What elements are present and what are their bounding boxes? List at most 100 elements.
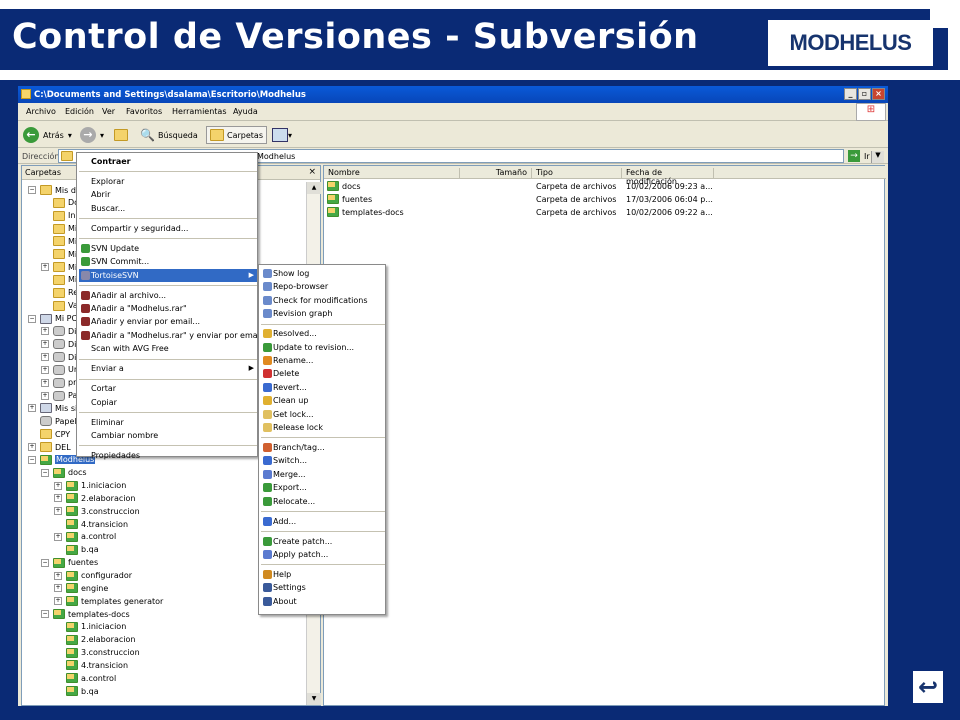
- tree-item[interactable]: − fuentes: [41, 557, 98, 569]
- menu-item[interactable]: Cortar: [79, 382, 257, 395]
- tree-item[interactable]: + Dis: [41, 338, 81, 350]
- minimize-button[interactable]: _: [844, 88, 857, 100]
- close-panel-icon[interactable]: ×: [308, 167, 316, 177]
- column-type[interactable]: Tipo: [532, 168, 622, 179]
- tree-item[interactable]: 3.construccion: [54, 647, 140, 659]
- menu-item[interactable]: Rename...: [261, 354, 385, 367]
- menu-item[interactable]: About: [261, 595, 385, 608]
- menu-item[interactable]: Copiar: [79, 396, 257, 409]
- tree-item[interactable]: Re: [41, 287, 78, 299]
- menu-item[interactable]: Get lock...: [261, 408, 385, 421]
- menu-item[interactable]: Branch/tag...: [261, 441, 385, 454]
- expand-icon[interactable]: +: [41, 327, 49, 336]
- tree-item[interactable]: Mi: [41, 274, 77, 286]
- menu-archivo[interactable]: Archivo: [26, 107, 56, 116]
- collapse-icon[interactable]: −: [41, 610, 49, 619]
- menu-item[interactable]: Create patch...: [261, 535, 385, 548]
- menu-item[interactable]: Apply patch...: [261, 548, 385, 561]
- tree-item[interactable]: − Mis do: [28, 184, 81, 196]
- close-button[interactable]: ×: [872, 88, 885, 100]
- up-folder-button[interactable]: [114, 126, 131, 144]
- menu-ver[interactable]: Ver: [102, 107, 115, 116]
- menu-item[interactable]: Show log: [261, 267, 385, 280]
- go-button[interactable]: → Ir: [848, 150, 870, 162]
- menu-item[interactable]: Delete: [261, 367, 385, 380]
- menu-item[interactable]: Release lock: [261, 421, 385, 434]
- file-row[interactable]: templates-docs Carpeta de archivos 10/02/2…: [324, 206, 886, 219]
- menu-item[interactable]: Revert...: [261, 381, 385, 394]
- expand-icon[interactable]: +: [54, 481, 62, 490]
- tree-item[interactable]: +3.construccion: [54, 505, 140, 517]
- menu-herramientas[interactable]: Herramientas: [172, 107, 227, 116]
- menu-item[interactable]: Scan with AVG Free: [79, 342, 257, 355]
- scroll-up-button[interactable]: ▲: [307, 182, 321, 194]
- tree-item[interactable]: +2.elaboracion: [54, 492, 135, 504]
- address-dropdown-button[interactable]: ▼: [871, 151, 884, 163]
- tree-item[interactable]: a.control: [54, 672, 116, 684]
- return-button[interactable]: ↩: [911, 669, 945, 705]
- menu-item[interactable]: Export...: [261, 481, 385, 494]
- tree-item[interactable]: + Mis sit: [28, 402, 80, 414]
- tree-item[interactable]: + Dis: [41, 325, 81, 337]
- menu-item[interactable]: Check for modifications: [261, 294, 385, 307]
- menu-item[interactable]: TortoiseSVN ▶: [79, 268, 257, 282]
- tree-item[interactable]: In: [41, 210, 75, 222]
- menu-item[interactable]: Cambiar nombre: [79, 429, 257, 442]
- menu-item[interactable]: Merge...: [261, 468, 385, 481]
- menu-item[interactable]: Propiedades: [79, 449, 257, 462]
- expand-icon[interactable]: +: [54, 584, 62, 593]
- maximize-button[interactable]: ▫: [858, 88, 871, 100]
- tree-item[interactable]: Mi: [41, 223, 77, 235]
- menu-item[interactable]: Resolved...: [261, 327, 385, 340]
- menu-item[interactable]: Help: [261, 568, 385, 581]
- menu-item[interactable]: SVN Update: [79, 242, 257, 255]
- expand-icon[interactable]: +: [54, 532, 62, 541]
- expand-icon[interactable]: +: [41, 391, 49, 400]
- tree-item[interactable]: Papele: [28, 415, 82, 427]
- tree-item[interactable]: − Mi PC: [28, 313, 77, 325]
- collapse-icon[interactable]: −: [28, 186, 36, 194]
- tree-item[interactable]: + configurador: [54, 570, 132, 582]
- column-name[interactable]: Nombre: [324, 168, 460, 179]
- expand-icon[interactable]: +: [41, 378, 49, 387]
- expand-icon[interactable]: +: [54, 597, 62, 606]
- menu-edicion[interactable]: Edición: [65, 107, 94, 116]
- forward-button[interactable]: → ▾: [80, 126, 104, 144]
- collapse-icon[interactable]: −: [41, 468, 49, 477]
- menu-item[interactable]: Revision graph: [261, 307, 385, 320]
- menu-item[interactable]: Switch...: [261, 454, 385, 467]
- tree-item[interactable]: 2.elaboracion: [54, 634, 135, 646]
- collapse-icon[interactable]: −: [41, 558, 49, 567]
- tree-item[interactable]: + Ur: [41, 364, 77, 376]
- menu-item[interactable]: Clean up: [261, 394, 385, 407]
- menu-item[interactable]: Explorar: [79, 175, 257, 188]
- column-size[interactable]: Tamaño: [460, 168, 532, 179]
- expand-icon[interactable]: +: [54, 571, 62, 580]
- collapse-icon[interactable]: −: [28, 455, 36, 464]
- expand-icon[interactable]: +: [41, 263, 49, 272]
- tree-item[interactable]: Mi: [41, 248, 77, 260]
- tree-item[interactable]: Va: [41, 300, 78, 312]
- tree-item[interactable]: + templates generator: [54, 595, 163, 607]
- menu-favoritos[interactable]: Favoritos: [126, 107, 162, 116]
- scroll-down-button[interactable]: ▼: [307, 693, 321, 705]
- expand-icon[interactable]: +: [41, 340, 49, 349]
- menu-item[interactable]: SVN Commit...: [79, 255, 257, 268]
- expand-icon[interactable]: +: [54, 507, 62, 516]
- expand-icon[interactable]: +: [41, 353, 49, 362]
- column-date[interactable]: Fecha de modificación: [622, 168, 714, 186]
- menu-item[interactable]: Update to revision...: [261, 341, 385, 354]
- menu-item[interactable]: Buscar...: [79, 202, 257, 215]
- menu-item[interactable]: Eliminar: [79, 416, 257, 429]
- menu-item[interactable]: Repo-browser: [261, 280, 385, 293]
- tree-item[interactable]: b.qa: [54, 685, 99, 697]
- menu-item[interactable]: Añadir a "Modhelus.rar": [79, 302, 257, 315]
- tree-item[interactable]: CPY: [28, 428, 70, 440]
- tree-item[interactable]: + pr: [41, 377, 76, 389]
- tree-item[interactable]: b.qa: [54, 544, 99, 556]
- tree-item[interactable]: + DEL: [28, 441, 71, 453]
- views-button[interactable]: ▾: [272, 126, 292, 144]
- expand-icon[interactable]: +: [28, 443, 36, 451]
- file-row[interactable]: docs Carpeta de archivos 10/02/2006 09:23 …: [324, 180, 886, 193]
- menu-item[interactable]: Enviar a ▶: [79, 362, 257, 375]
